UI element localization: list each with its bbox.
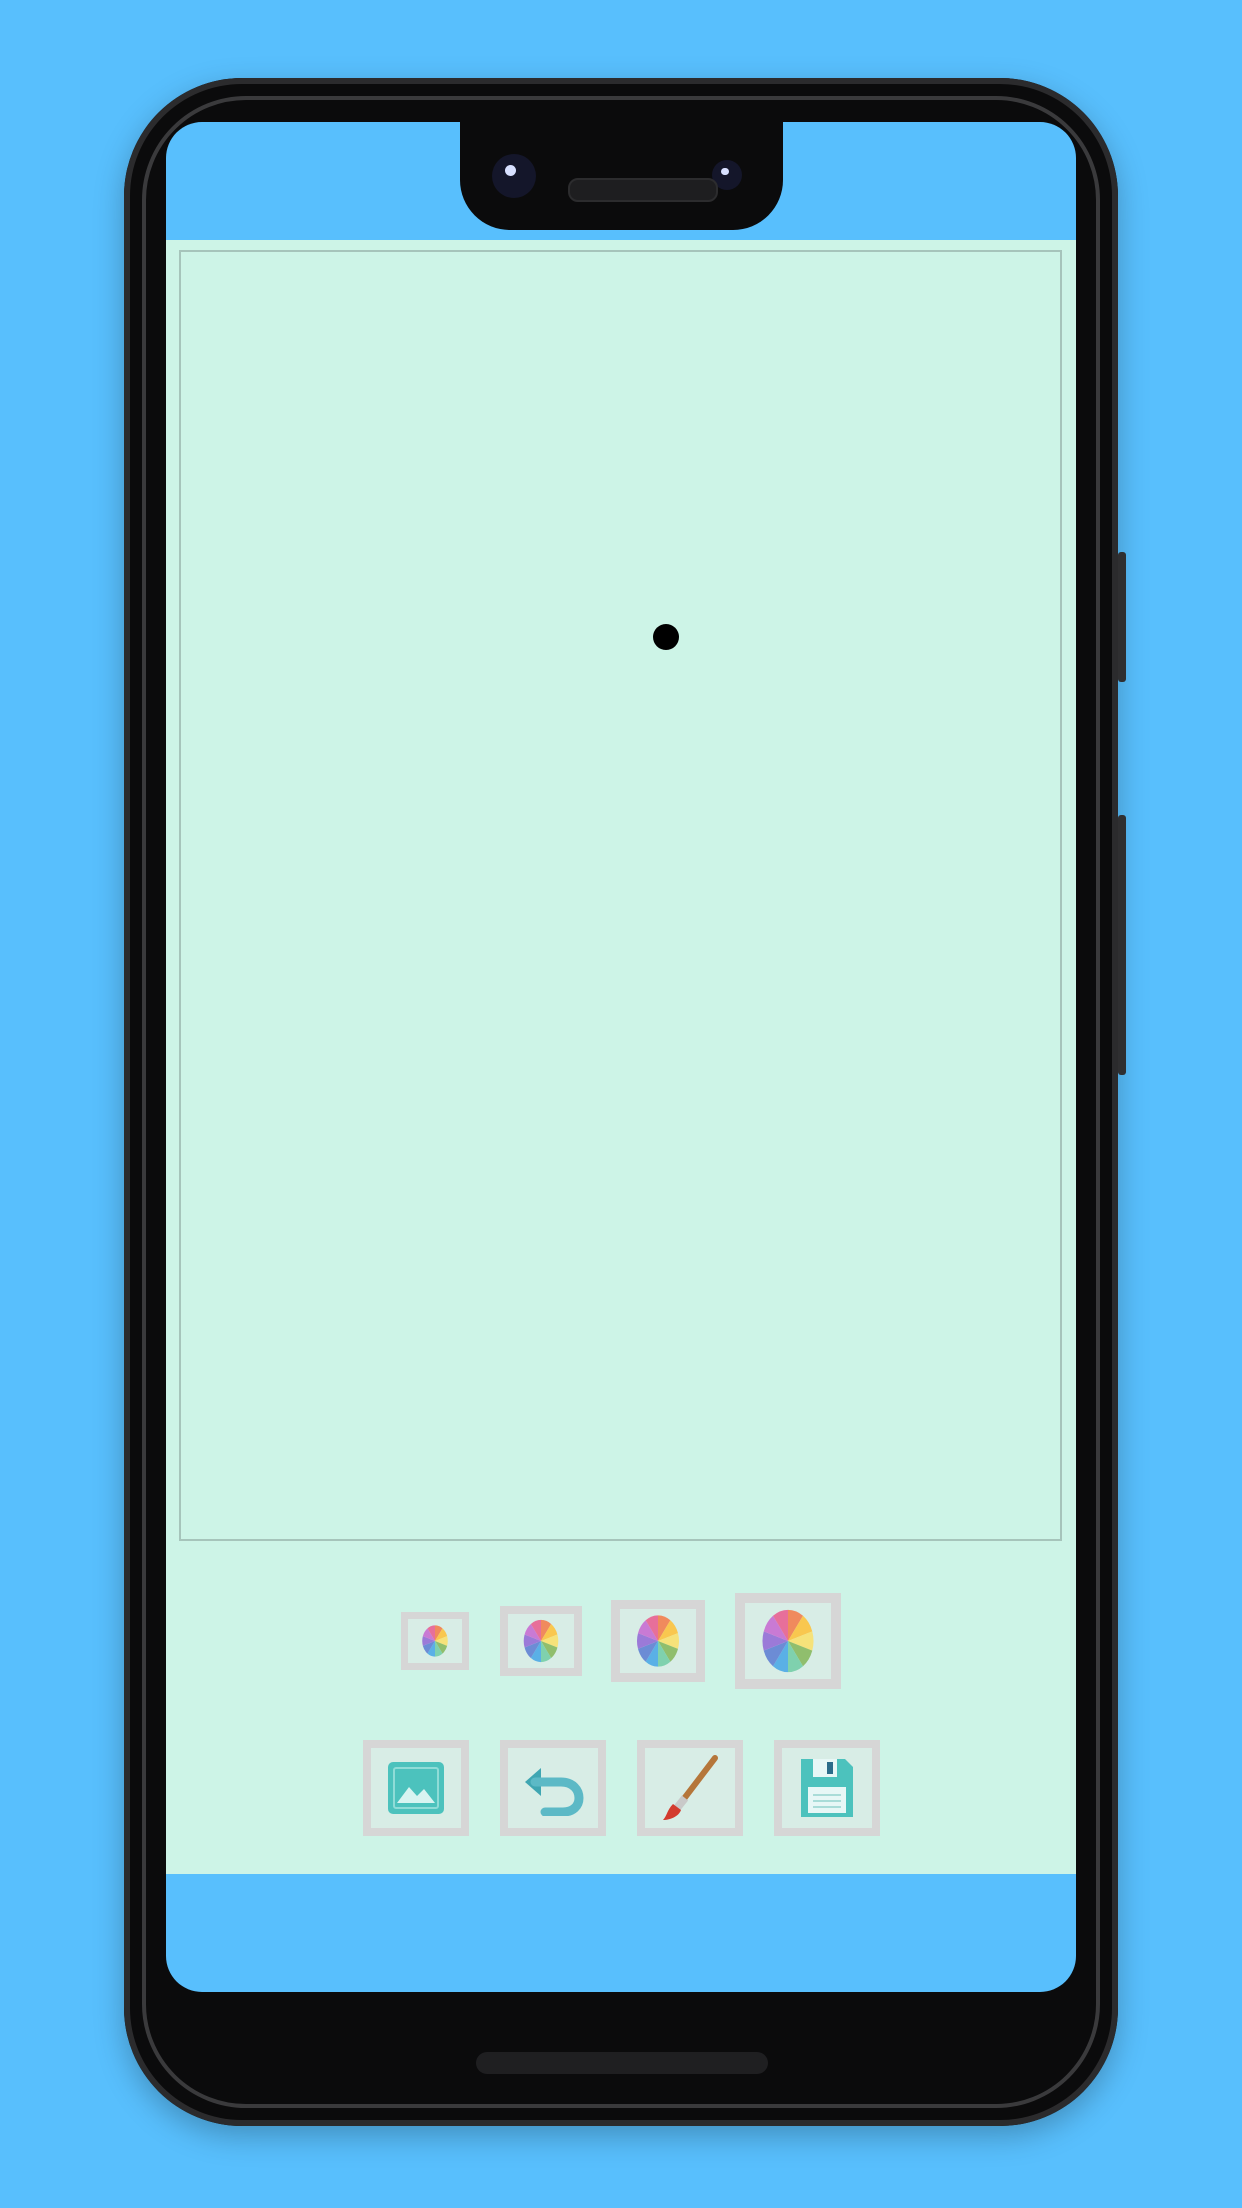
color-wheel-icon: [636, 1615, 680, 1667]
undo-button[interactable]: [500, 1740, 606, 1836]
undo-icon: [525, 1768, 584, 1816]
notch: [460, 110, 783, 230]
volume-button: [1118, 815, 1126, 1075]
earpiece-speaker: [568, 178, 718, 202]
home-indicator: [476, 2052, 768, 2074]
color-wheel-icon: [523, 1619, 559, 1663]
floppy-disk-icon: [801, 1759, 853, 1817]
paintbrush-icon: [663, 1755, 718, 1820]
drawing-canvas[interactable]: [179, 250, 1062, 1541]
color-wheel-icon: [422, 1625, 448, 1657]
brush-size-small-button[interactable]: [401, 1612, 469, 1670]
power-button: [1118, 552, 1126, 682]
brush-size-xlarge-button[interactable]: [735, 1593, 841, 1689]
brush-stroke-dot: [653, 624, 679, 650]
image-icon: [388, 1762, 444, 1814]
brush-size-medium-button[interactable]: [500, 1606, 582, 1676]
front-camera-icon: [492, 154, 536, 198]
image-button[interactable]: [363, 1740, 469, 1836]
brush-button[interactable]: [637, 1740, 743, 1836]
save-button[interactable]: [774, 1740, 880, 1836]
color-wheel-icon: [762, 1609, 814, 1673]
drawing-app: [166, 240, 1076, 1874]
brush-size-large-button[interactable]: [611, 1600, 705, 1682]
